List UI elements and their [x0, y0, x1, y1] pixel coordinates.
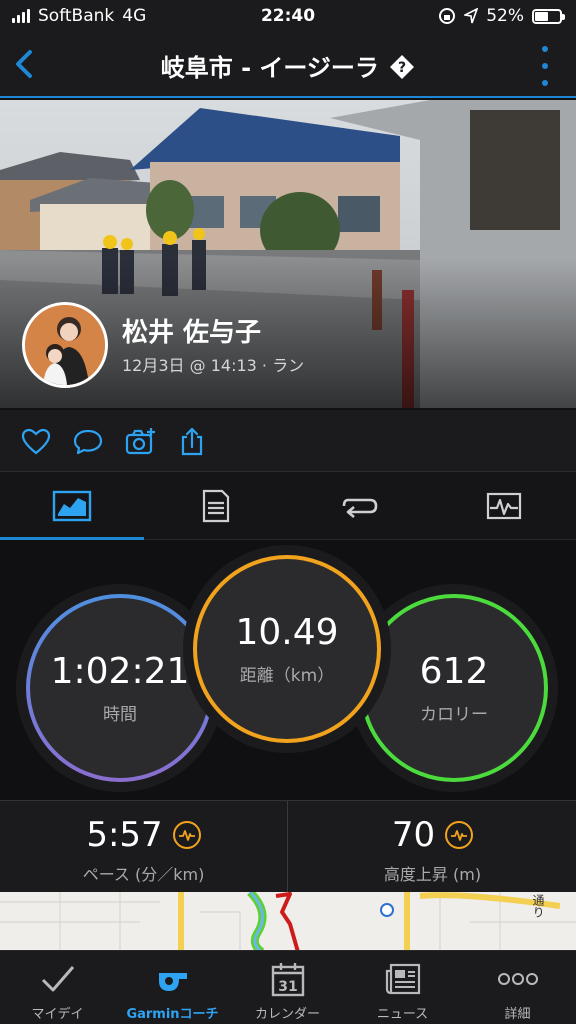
nav-calendar-label: カレンダー	[254, 1007, 320, 1022]
checkmark-icon	[41, 966, 74, 992]
laps-loop-icon	[342, 498, 378, 518]
graph-icon	[486, 492, 522, 520]
svg-text:?: ?	[398, 60, 406, 76]
battery-icon	[532, 8, 565, 24]
whistle-icon	[158, 973, 187, 991]
activity-tabs	[0, 472, 576, 540]
metric-distance[interactable]: 10.49 距離（km）	[197, 559, 377, 739]
comment-icon[interactable]	[72, 426, 104, 458]
pace-value: 5:57	[86, 815, 163, 855]
social-actions-bar	[0, 410, 576, 472]
stats-divider	[287, 801, 288, 893]
activity-title: 岐阜市 - イージーラ ?	[60, 48, 516, 83]
user-name[interactable]: 松井 佐与子	[122, 312, 261, 349]
vertical-ellipsis-icon	[542, 46, 548, 52]
secondary-stats: 5:57 ペース (分／km) 70 高度上昇 (m)	[0, 800, 576, 893]
time-label: 時間	[103, 705, 137, 725]
calendar-day: 31	[278, 979, 297, 995]
pulse-icon	[172, 821, 201, 849]
bottom-tab-bar: マイデイ Garminコーチ 31 カレンダー ニュース 詳細	[0, 950, 576, 1024]
nav-garmin-coach[interactable]: Garminコーチ	[115, 951, 230, 1024]
details-list-icon	[202, 489, 230, 523]
time-value: 1:02:21	[50, 651, 190, 692]
route-map[interactable]: 通り	[0, 892, 576, 952]
stat-pace[interactable]: 5:57 ペース (分／km)	[0, 801, 287, 893]
pace-label: ペース (分／km)	[82, 865, 205, 884]
nav-calendar[interactable]: 31 カレンダー	[230, 951, 345, 1024]
nav-my-day-label: マイデイ	[31, 1007, 84, 1022]
question-diamond-icon: ?	[390, 55, 415, 79]
add-photo-icon[interactable]	[124, 426, 156, 458]
tab-graphs[interactable]	[432, 472, 576, 540]
activity-date-type: 12月3日 @ 14:13 · ラン	[122, 356, 305, 375]
battery-percent: 52%	[486, 6, 524, 26]
top-nav-bar: 岐阜市 - イージーラ ?	[0, 34, 576, 98]
nav-more-label: 詳細	[504, 1007, 531, 1022]
nav-news[interactable]: ニュース	[345, 951, 460, 1024]
distance-value: 10.49	[235, 612, 339, 653]
tab-details[interactable]	[144, 472, 288, 540]
pulse-icon	[445, 821, 474, 849]
orientation-lock-icon	[439, 8, 456, 24]
share-icon[interactable]	[176, 426, 208, 458]
avatar[interactable]	[22, 302, 108, 388]
tab-laps[interactable]	[288, 472, 432, 540]
more-options-button[interactable]	[530, 46, 560, 86]
location-arrow-icon	[464, 8, 479, 24]
more-icon	[497, 973, 538, 985]
avatar-photo	[25, 305, 105, 385]
nav-news-label: ニュース	[376, 1007, 429, 1022]
stat-elevation[interactable]: 70 高度上昇 (m)	[289, 801, 576, 893]
tab-overview[interactable]	[0, 472, 144, 540]
metric-calories[interactable]: 612 カロリー	[364, 598, 544, 778]
elevation-label: 高度上昇 (m)	[383, 865, 482, 884]
chevron-left-icon	[16, 50, 32, 78]
calendar-icon: 31	[271, 963, 304, 997]
nav-my-day[interactable]: マイデイ	[0, 951, 115, 1024]
activity-photo[interactable]: 松井 佐与子 12月3日 @ 14:13 · ラン	[0, 100, 576, 408]
calories-label: カロリー	[420, 705, 488, 725]
calories-value: 612	[419, 651, 489, 692]
back-button[interactable]	[6, 42, 46, 86]
summary-metrics: 1:02:21 時間 612 カロリー 10.49 距離（km）	[0, 541, 576, 799]
nav-garmin-coach-label: Garminコーチ	[126, 1007, 219, 1022]
activity-title-text: 岐阜市 - イージーラ	[160, 54, 379, 82]
overview-chart-icon	[52, 490, 92, 522]
map-road-label: 通り	[531, 894, 545, 918]
distance-label: 距離（km）	[239, 666, 335, 686]
nav-more[interactable]: 詳細	[460, 951, 575, 1024]
heart-icon[interactable]	[20, 426, 52, 458]
metric-time[interactable]: 1:02:21 時間	[30, 598, 210, 778]
news-icon	[385, 963, 420, 995]
status-bar: SoftBank 4G 22:40 52%	[0, 0, 576, 34]
map-tiles	[0, 892, 576, 952]
elevation-value: 70	[391, 815, 436, 855]
